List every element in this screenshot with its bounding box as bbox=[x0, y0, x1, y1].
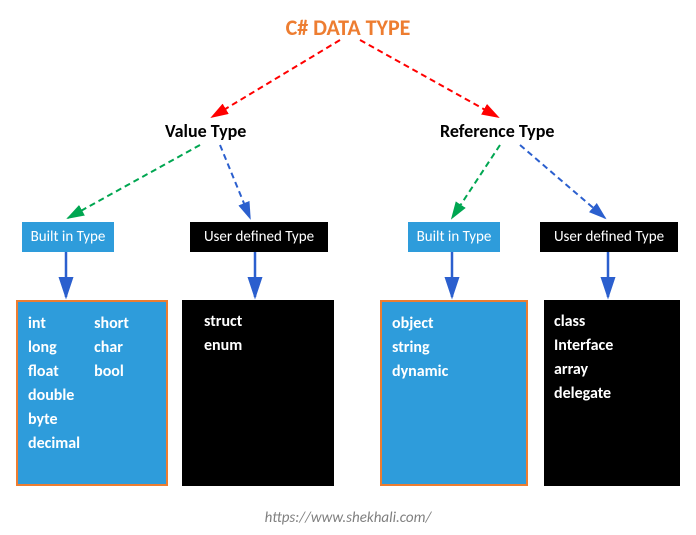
ref-userdef-box: User defined Type bbox=[540, 222, 678, 252]
diagram-title: C# DATA TYPE bbox=[0, 14, 696, 41]
leaf-item: int bbox=[28, 312, 80, 336]
value-type-label: Value Type bbox=[165, 120, 246, 142]
leaf-item: decimal bbox=[28, 432, 80, 456]
ref-builtin-box: Built in Type bbox=[408, 222, 500, 252]
leaf-item: bool bbox=[94, 360, 129, 384]
value-userdef-box: User defined Type bbox=[190, 222, 328, 252]
leaf-item: float bbox=[28, 360, 80, 384]
value-builtin-leaf: int long float double byte decimal short… bbox=[16, 300, 168, 486]
leaf-item: class bbox=[554, 310, 670, 334]
leaf-item: array bbox=[554, 358, 670, 382]
leaf-item: double bbox=[28, 384, 80, 408]
leaf-item: object bbox=[392, 312, 516, 336]
leaf-item: short bbox=[94, 312, 129, 336]
leaf-item: byte bbox=[28, 408, 80, 432]
value-builtin-box: Built in Type bbox=[22, 222, 114, 252]
value-userdef-leaf: struct enum bbox=[182, 300, 334, 486]
leaf-item: delegate bbox=[554, 382, 670, 406]
leaf-item: enum bbox=[204, 334, 324, 358]
ref-userdef-leaf: class Interface array delegate bbox=[544, 300, 680, 486]
leaf-item: long bbox=[28, 336, 80, 360]
ref-builtin-leaf: object string dynamic bbox=[380, 300, 528, 486]
reference-type-label: Reference Type bbox=[440, 120, 554, 142]
footer-link: https://www.shekhali.com/ bbox=[0, 509, 696, 527]
leaf-item: string bbox=[392, 336, 516, 360]
leaf-item: struct bbox=[204, 310, 324, 334]
leaf-item: char bbox=[94, 336, 129, 360]
leaf-item: Interface bbox=[554, 334, 670, 358]
leaf-item: dynamic bbox=[392, 360, 516, 384]
